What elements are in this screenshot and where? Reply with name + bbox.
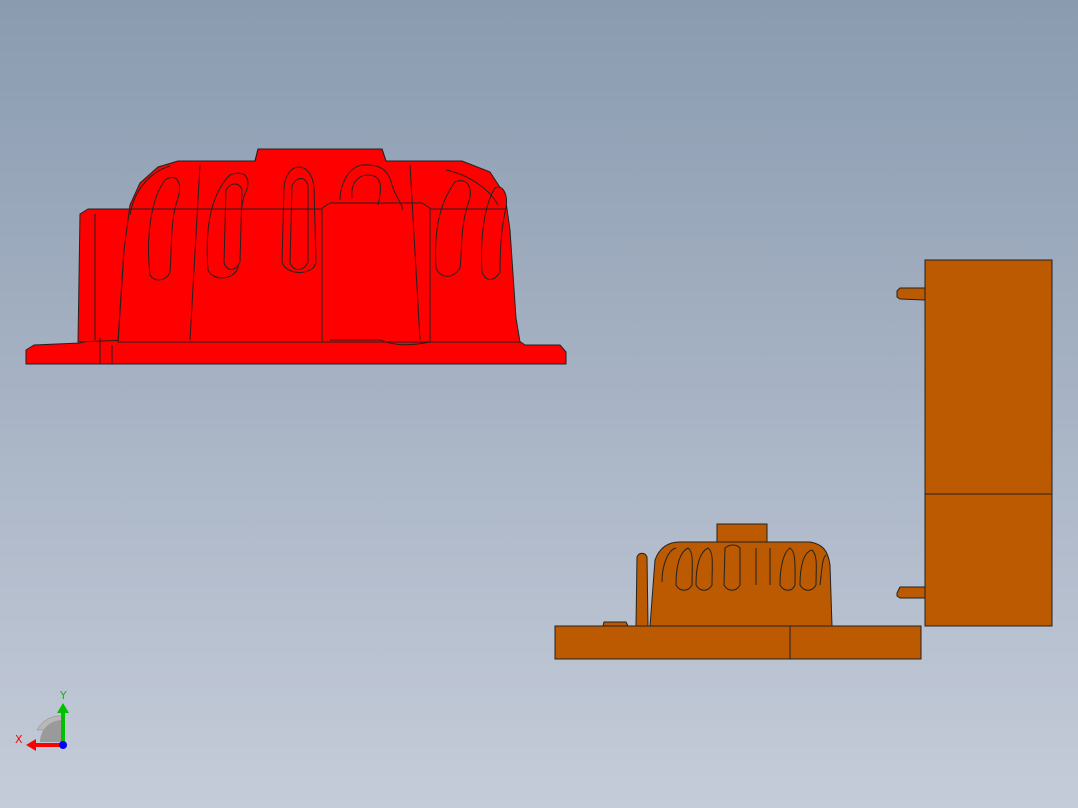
- mold-assembly[interactable]: [554, 259, 1053, 660]
- cover-part[interactable]: [25, 148, 567, 365]
- mold-base-plate-left: [554, 625, 791, 660]
- triad-x-label: X: [15, 733, 23, 746]
- triad-y-label: Y: [60, 689, 67, 702]
- triad-z-axis: [59, 741, 67, 749]
- mold-pin-upper: [896, 287, 926, 301]
- mold-block-upper: [924, 259, 1053, 495]
- mold-guide-pin: [635, 552, 649, 627]
- mold-core-boss: [716, 523, 768, 543]
- mold-pin-lower: [896, 586, 926, 599]
- mold-small-pad: [602, 621, 629, 627]
- triad-y-arrow: [57, 703, 69, 713]
- cad-3d-viewport[interactable]: Y X: [0, 0, 1078, 808]
- view-orientation-triad: [26, 703, 69, 751]
- mold-block-lower: [924, 493, 1053, 627]
- model-canvas[interactable]: [0, 0, 1078, 808]
- mold-base-plate-right: [789, 625, 922, 660]
- triad-x-arrow: [26, 739, 36, 751]
